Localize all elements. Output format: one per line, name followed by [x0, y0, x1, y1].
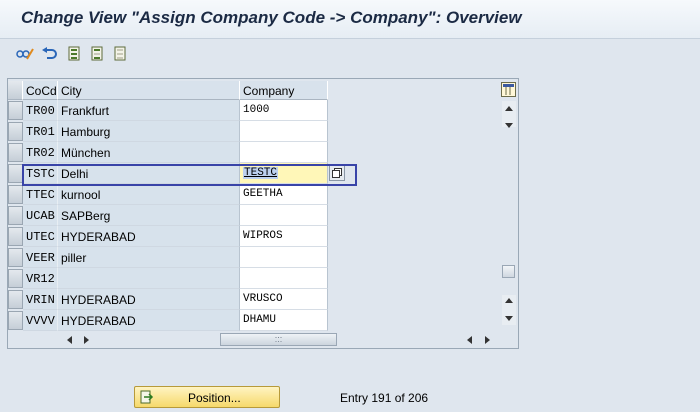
cell-city: Frankfurt [58, 100, 240, 121]
deselect-all-icon [114, 46, 126, 61]
row-selector[interactable] [8, 143, 23, 162]
entry-counter: Entry 191 of 206 [340, 391, 429, 405]
cell-company-value: WIPROS [243, 230, 283, 242]
cell-company-input[interactable]: DHAMU [240, 310, 328, 331]
row-selector[interactable] [8, 185, 23, 204]
select-all-icon [68, 46, 80, 61]
column-header-company[interactable]: Company [240, 81, 328, 100]
cell-company-input[interactable]: GEETHA [240, 184, 328, 205]
cell-company-input[interactable] [240, 121, 328, 142]
cell-company-value: DHAMU [243, 314, 277, 326]
position-icon [140, 390, 154, 404]
select-block-button[interactable] [89, 45, 107, 63]
cell-cocd: VRIN [23, 289, 58, 310]
cell-cocd: TSTC [23, 163, 58, 184]
display-change-icon [16, 48, 34, 60]
row-selector[interactable] [8, 164, 23, 183]
cell-cocd: TTEC [23, 184, 58, 205]
cell-city [58, 268, 240, 289]
position-button[interactable]: Position... [134, 386, 280, 408]
vertical-scrollbar-bottom[interactable] [502, 295, 516, 325]
deselect-all-button[interactable] [112, 45, 130, 63]
scroll-right-end-icon[interactable] [485, 336, 490, 344]
cell-company-value: VRUSCO [243, 293, 283, 305]
cell-company-input[interactable]: VRUSCO [240, 289, 328, 310]
row-selector[interactable] [8, 206, 23, 225]
cell-company-input[interactable] [240, 205, 328, 226]
row-selector[interactable] [8, 101, 23, 120]
scroll-right-icon[interactable] [84, 336, 89, 344]
cell-cocd: UCAB [23, 205, 58, 226]
scroll-left-icon[interactable] [67, 336, 72, 344]
cell-cocd: UTEC [23, 226, 58, 247]
scroll-up-icon[interactable] [505, 106, 513, 111]
cell-cocd: TR02 [23, 142, 58, 163]
page-title: Change View "Assign Company Code -> Comp… [21, 8, 522, 27]
scroll-down-icon[interactable] [505, 123, 513, 128]
row-selector[interactable] [8, 227, 23, 246]
cell-company-input[interactable] [240, 268, 328, 289]
cell-company-input[interactable]: 1000 [240, 100, 328, 121]
cell-company-input[interactable] [240, 247, 328, 268]
undo-icon [42, 47, 57, 59]
cell-company-value: GEETHA [243, 188, 283, 200]
row-selector[interactable] [8, 269, 23, 288]
horizontal-scroll-thumb[interactable]: ::: [220, 333, 337, 346]
application-toolbar [0, 39, 700, 69]
cell-city: HYDERABAD [58, 310, 240, 331]
vertical-scrollbar-top[interactable] [502, 101, 516, 128]
cell-company-input[interactable]: TESTC [240, 163, 328, 184]
display-change-button[interactable] [16, 45, 34, 63]
cell-city: piller [58, 247, 240, 268]
cell-city: SAPBerg [58, 205, 240, 226]
cell-city: kurnool [58, 184, 240, 205]
cell-cocd: VEER [23, 247, 58, 268]
cell-cocd: VR12 [23, 268, 58, 289]
select-all-rows-corner[interactable] [8, 81, 23, 100]
row-selector[interactable] [8, 122, 23, 141]
select-all-button[interactable] [66, 45, 84, 63]
cell-city: HYDERABAD [58, 289, 240, 310]
value-help-icon [332, 168, 342, 178]
cell-cocd: TR01 [23, 121, 58, 142]
column-header-cocd[interactable]: CoCd [23, 81, 58, 100]
cell-cocd: TR00 [23, 100, 58, 121]
scroll-left-end-icon[interactable] [467, 336, 472, 344]
cell-city: Hamburg [58, 121, 240, 142]
row-selector[interactable] [8, 248, 23, 267]
cell-company-input[interactable]: WIPROS [240, 226, 328, 247]
cell-city: HYDERABAD [58, 226, 240, 247]
row-selector[interactable] [8, 311, 23, 330]
value-help-button[interactable] [329, 165, 345, 181]
position-button-label: Position... [188, 391, 241, 405]
cell-company-value: 1000 [243, 104, 270, 116]
cell-cocd: VVVV [23, 310, 58, 331]
select-block-icon [91, 46, 103, 61]
title-bar: Change View "Assign Company Code -> Comp… [0, 0, 700, 39]
cell-company-input[interactable] [240, 142, 328, 163]
table-settings-button[interactable] [501, 82, 516, 97]
page-down-icon[interactable] [505, 316, 513, 321]
cell-city: Delhi [58, 163, 240, 184]
table-settings-icon [501, 82, 516, 97]
row-selector[interactable] [8, 290, 23, 309]
undo-button[interactable] [40, 45, 58, 63]
table-control: CoCd City Company TR00 Frankfurt 1000 TR01 H… [7, 78, 519, 349]
cell-company-value: TESTC [243, 167, 279, 179]
vertical-scroll-thumb[interactable] [502, 265, 515, 278]
page-up-icon[interactable] [505, 298, 513, 303]
cell-city: München [58, 142, 240, 163]
column-header-city[interactable]: City [58, 81, 240, 100]
